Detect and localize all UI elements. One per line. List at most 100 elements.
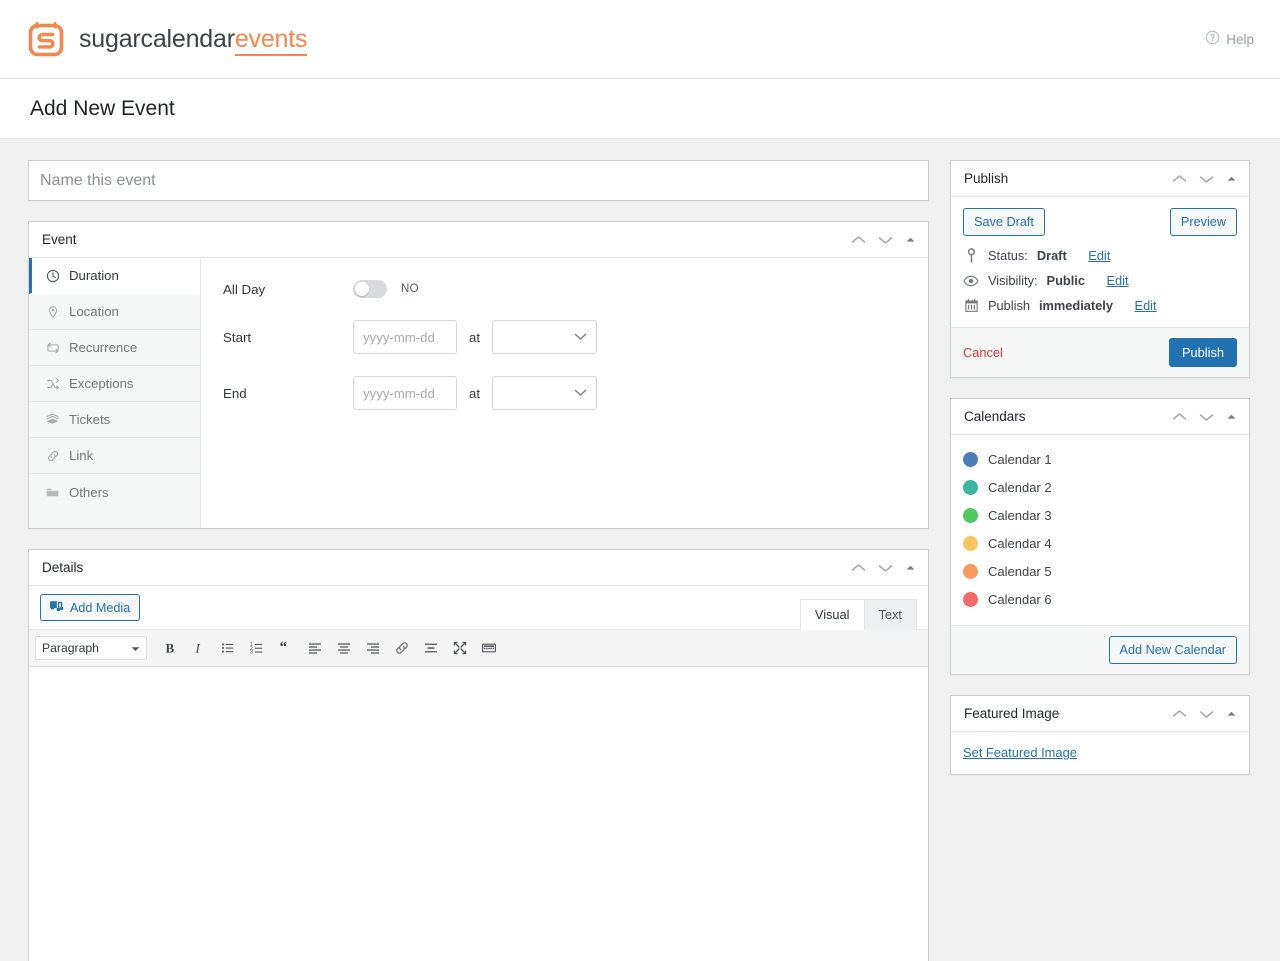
calendar-color-dot: [963, 591, 978, 607]
all-day-toggle[interactable]: [353, 280, 387, 298]
triangle-up-icon[interactable]: [1226, 413, 1237, 421]
align-right-icon[interactable]: [360, 636, 386, 660]
clock-icon: [45, 268, 60, 283]
read-more-icon[interactable]: [418, 636, 444, 660]
calendar-color-dot: [963, 507, 978, 523]
tab-text[interactable]: Text: [864, 599, 917, 630]
event-tab-duration[interactable]: Duration: [29, 258, 200, 294]
svg-text:I: I: [195, 641, 201, 656]
event-title-input[interactable]: [28, 160, 929, 201]
calendar-item[interactable]: Calendar 2: [963, 473, 1237, 501]
calendars-panel: Calendars Calendar 1 Calendar 2 Calendar…: [950, 398, 1250, 675]
toolbar-toggle-icon[interactable]: [476, 636, 502, 660]
calendars-panel-title: Calendars: [964, 409, 1026, 424]
calendar-item[interactable]: Calendar 4: [963, 529, 1237, 557]
publish-button[interactable]: Publish: [1169, 338, 1237, 367]
brand-name-second: events: [234, 24, 308, 56]
triangle-up-icon[interactable]: [905, 236, 916, 244]
help-button[interactable]: Help: [1205, 30, 1254, 48]
set-featured-image-link[interactable]: Set Featured Image: [963, 745, 1077, 760]
event-tab-exceptions[interactable]: Exceptions: [29, 366, 200, 402]
svg-text:B: B: [166, 641, 175, 656]
align-center-icon[interactable]: [331, 636, 357, 660]
panel-controls: [851, 563, 916, 573]
add-new-calendar-button[interactable]: Add New Calendar: [1108, 636, 1237, 664]
start-row: Start at: [223, 320, 908, 354]
start-date-input[interactable]: [353, 320, 457, 354]
top-bar: sugarcalendarevents Help: [0, 0, 1280, 79]
featured-image-panel: Featured Image Set Featured Image: [950, 695, 1250, 775]
publish-date-value: immediately: [1038, 298, 1113, 313]
calendars-footer: Add New Calendar: [951, 625, 1249, 674]
preview-button[interactable]: Preview: [1169, 208, 1237, 236]
triangle-up-icon[interactable]: [905, 564, 916, 572]
bulleted-list-icon[interactable]: [215, 636, 241, 660]
end-time-select[interactable]: [492, 376, 597, 410]
chevron-down-icon: [574, 384, 587, 402]
chevron-up-icon[interactable]: [851, 563, 866, 573]
event-panel: Event Duration Location Recurrence Excep…: [28, 221, 929, 529]
calendar-item[interactable]: Calendar 3: [963, 501, 1237, 529]
eye-icon: [963, 275, 979, 287]
chevron-up-icon[interactable]: [1172, 709, 1187, 719]
chevron-up-icon[interactable]: [851, 235, 866, 245]
numbered-list-icon[interactable]: 123: [244, 636, 270, 660]
event-tab-link[interactable]: Link: [29, 438, 200, 474]
format-select[interactable]: Paragraph: [35, 636, 147, 660]
chevron-down-icon[interactable]: [1199, 174, 1214, 184]
tab-visual[interactable]: Visual: [799, 599, 865, 630]
svg-text:3: 3: [250, 650, 253, 656]
add-media-button[interactable]: Add Media: [40, 594, 141, 621]
italic-icon[interactable]: I: [186, 636, 212, 660]
end-label: End: [223, 385, 247, 401]
calendar-item[interactable]: Calendar 5: [963, 557, 1237, 585]
end-at-label: at: [469, 385, 480, 401]
end-row: End at: [223, 376, 908, 410]
status-edit-link[interactable]: Edit: [1088, 248, 1110, 263]
calendar-item[interactable]: Calendar 1: [963, 445, 1237, 473]
start-time-select[interactable]: [492, 320, 597, 354]
brand-logo[interactable]: sugarcalendarevents: [26, 19, 308, 59]
event-tab-tickets[interactable]: Tickets: [29, 402, 200, 438]
details-panel-header: Details: [29, 550, 928, 586]
chevron-down-icon[interactable]: [1199, 709, 1214, 719]
calendar-label: Calendar 1: [988, 451, 1052, 467]
event-tab-others[interactable]: Others: [29, 474, 200, 510]
save-draft-button[interactable]: Save Draft: [963, 208, 1045, 236]
publish-footer: Cancel Publish: [951, 327, 1249, 377]
duration-pane: All Day NO Start at: [201, 258, 928, 528]
event-panel-title: Event: [42, 232, 77, 247]
align-left-icon[interactable]: [302, 636, 328, 660]
event-tab-list: Duration Location Recurrence Exceptions …: [29, 258, 201, 528]
bold-icon[interactable]: B: [157, 636, 183, 660]
repeat-icon: [45, 340, 60, 355]
fullscreen-icon[interactable]: [447, 636, 473, 660]
chevron-up-icon[interactable]: [1172, 174, 1187, 184]
calendar-item[interactable]: Calendar 6: [963, 585, 1237, 613]
publish-panel-body: Save Draft Preview Status: Draft Edit Vi…: [951, 197, 1249, 327]
status-label: Status:: [988, 248, 1028, 263]
event-tab-label: Exceptions: [69, 376, 134, 391]
chevron-down-icon[interactable]: [878, 563, 893, 573]
blockquote-icon[interactable]: “: [273, 636, 299, 660]
insert-link-icon[interactable]: [389, 636, 415, 660]
event-tab-location[interactable]: Location: [29, 294, 200, 330]
end-date-input[interactable]: [353, 376, 457, 410]
editor-top-bar: Add Media Visual Text: [29, 586, 928, 630]
featured-image-panel-header: Featured Image: [951, 696, 1249, 732]
event-tab-recurrence[interactable]: Recurrence: [29, 330, 200, 366]
chevron-up-icon[interactable]: [1172, 412, 1187, 422]
visibility-row: Visibility: Public Edit: [963, 273, 1237, 288]
event-tab-label: Link: [69, 448, 94, 463]
publish-date-edit-link[interactable]: Edit: [1135, 298, 1157, 313]
editor-content-area[interactable]: [29, 667, 928, 961]
panel-controls: [1172, 709, 1237, 719]
chevron-down-icon[interactable]: [1199, 412, 1214, 422]
visibility-edit-link[interactable]: Edit: [1107, 273, 1129, 288]
triangle-up-icon[interactable]: [1226, 710, 1237, 718]
triangle-up-icon[interactable]: [1226, 175, 1237, 183]
help-label: Help: [1226, 31, 1254, 47]
chevron-down-icon[interactable]: [878, 235, 893, 245]
cancel-link[interactable]: Cancel: [963, 345, 1003, 360]
calendar-label: Calendar 3: [988, 507, 1052, 523]
